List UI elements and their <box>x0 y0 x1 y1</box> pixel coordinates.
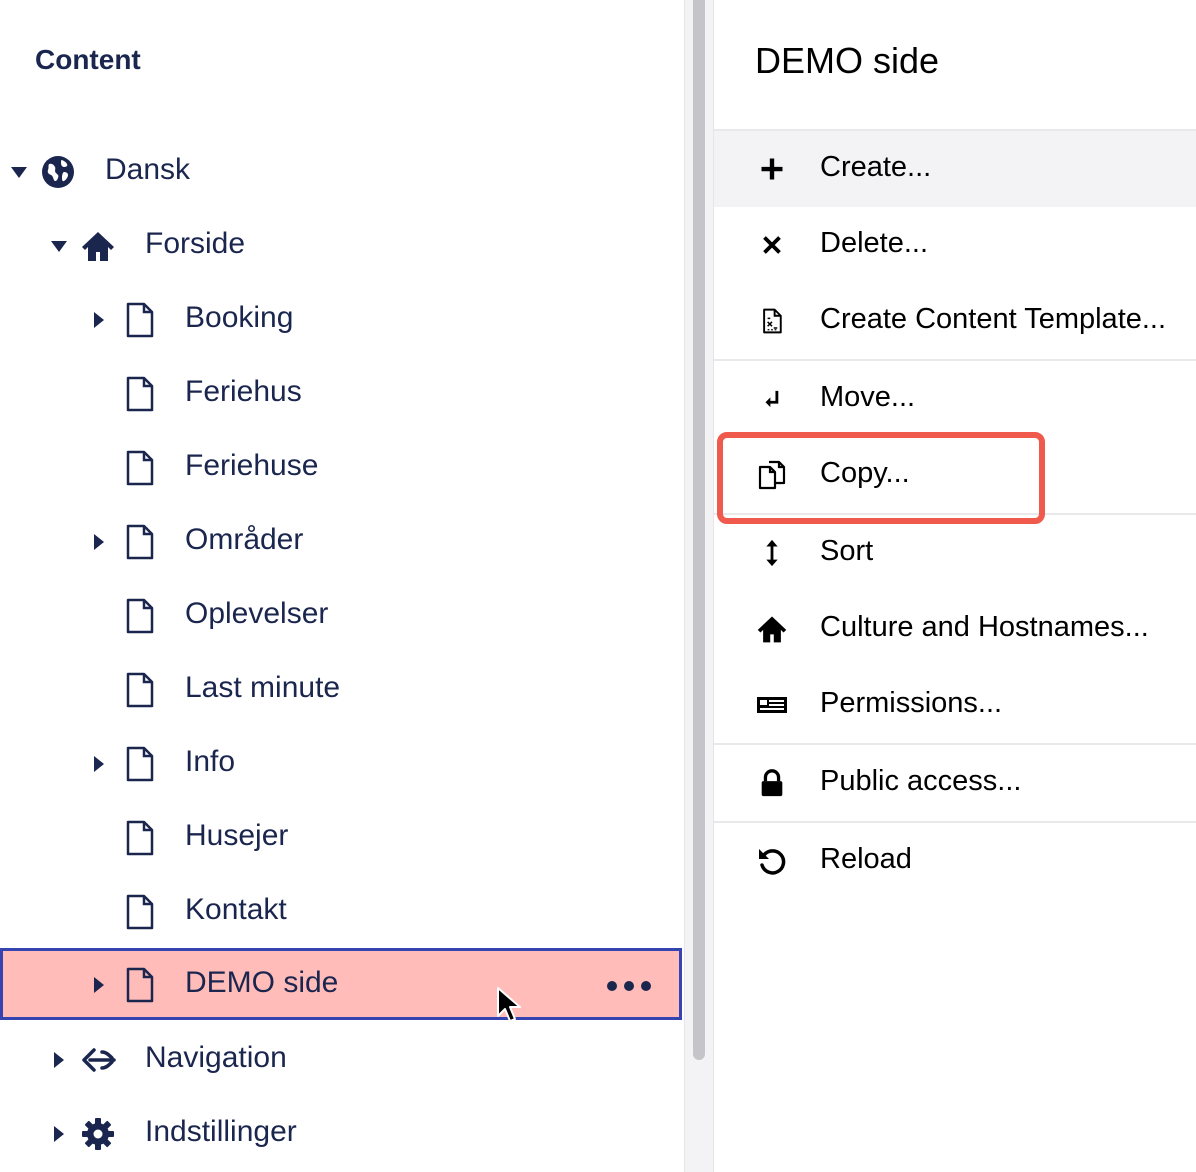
plus-icon <box>756 153 788 185</box>
chevron-right-icon[interactable] <box>94 312 104 328</box>
reload-icon <box>756 845 788 877</box>
tree-node-label: Husejer <box>185 819 289 852</box>
menu-item-permissions[interactable]: Permissions... <box>714 667 1196 743</box>
menu-item-copy[interactable]: Copy... <box>714 437 1196 513</box>
tree-node-label: Indstillinger <box>145 1115 297 1148</box>
menu-item-label: Permissions... <box>820 687 1003 719</box>
tree-node-label: Oplevelser <box>185 597 329 630</box>
document-icon <box>122 450 158 486</box>
menu-item-label: Create... <box>820 151 932 183</box>
tree-node-indstillinger[interactable]: Indstillinger <box>0 1097 684 1171</box>
panel-splitter[interactable] <box>684 0 714 1172</box>
menu-item-delete[interactable]: Delete... <box>714 207 1196 283</box>
chevron-right-icon[interactable] <box>54 1052 64 1068</box>
document-icon <box>122 967 158 1003</box>
document-icon <box>122 524 158 560</box>
menu-item-create[interactable]: Create... <box>714 131 1196 207</box>
tree-node-label: Navigation <box>145 1041 287 1074</box>
chevron-down-icon[interactable] <box>51 241 67 252</box>
home-icon <box>756 613 788 645</box>
menu-title: DEMO side <box>755 40 940 81</box>
tree-node-feriehus[interactable]: Feriehus <box>0 357 684 431</box>
move-icon <box>756 383 788 415</box>
template-icon <box>756 305 788 337</box>
mouse-cursor-icon <box>497 987 521 1022</box>
tree-node-label: DEMO side <box>185 966 339 999</box>
menu-item-reload[interactable]: Reload <box>714 823 1196 899</box>
chevron-right-icon[interactable] <box>94 977 104 993</box>
lock-icon <box>756 767 788 799</box>
tree-node-demo-side[interactable]: DEMO side <box>0 948 682 1020</box>
menu-item-create-content-template[interactable]: Create Content Template... <box>714 283 1196 359</box>
tree-node-omrader[interactable]: Områder <box>0 505 684 579</box>
menu-item-label: Copy... <box>820 457 910 489</box>
tree-node-label: Feriehus <box>185 375 302 408</box>
menu-item-label: Move... <box>820 381 916 413</box>
menu-item-public-access[interactable]: Public access... <box>714 745 1196 821</box>
more-actions-button[interactable] <box>607 977 651 995</box>
chevron-right-icon[interactable] <box>94 534 104 550</box>
tree-node-label: Kontakt <box>185 893 287 926</box>
tree-node-husejer[interactable]: Husejer <box>0 801 684 875</box>
chevron-down-icon[interactable] <box>11 167 27 178</box>
chevron-right-icon[interactable] <box>54 1126 64 1142</box>
actions-menu-panel: DEMO side Create... Delete... Create Con… <box>714 0 1196 1172</box>
tree-node-kontakt[interactable]: Kontakt <box>0 875 684 949</box>
menu-item-sort[interactable]: Sort <box>714 515 1196 591</box>
menu-item-label: Delete... <box>820 227 928 259</box>
home-icon <box>80 228 116 264</box>
tree-node-booking[interactable]: Booking <box>0 283 684 357</box>
close-icon <box>756 229 788 261</box>
tree-node-label: Forside <box>145 227 246 260</box>
menu-item-culture-hostnames[interactable]: Culture and Hostnames... <box>714 591 1196 667</box>
content-tree-panel: Content Dansk Forside Booking Feriehus F… <box>0 0 684 1172</box>
menu-item-label: Sort <box>820 535 874 567</box>
tree-node-navigation[interactable]: Navigation <box>0 1023 684 1097</box>
tree-heading: Content <box>35 44 141 75</box>
copy-icon <box>756 459 788 491</box>
tree-node-label: Last minute <box>185 671 341 704</box>
document-icon <box>122 598 158 634</box>
menu-item-label: Culture and Hostnames... <box>820 611 1149 643</box>
menu-item-label: Public access... <box>820 765 1022 797</box>
document-icon <box>122 302 158 338</box>
globe-icon <box>40 154 76 190</box>
tree-node-dansk[interactable]: Dansk <box>0 135 684 209</box>
dot <box>624 981 634 991</box>
tree-node-label: Feriehuse <box>185 449 319 482</box>
dot <box>607 981 617 991</box>
tree-node-info[interactable]: Info <box>0 727 684 801</box>
tree-node-oplevelser[interactable]: Oplevelser <box>0 579 684 653</box>
tree-node-label: Dansk <box>105 153 191 186</box>
gear-icon <box>80 1116 116 1152</box>
document-icon <box>122 894 158 930</box>
menu-item-label: Reload <box>820 843 912 875</box>
tree-node-label: Booking <box>185 301 294 334</box>
tree-node-last-minute[interactable]: Last minute <box>0 653 684 727</box>
permissions-icon <box>756 689 788 721</box>
menu-item-label: Create Content Template... <box>820 303 1167 335</box>
document-icon <box>122 746 158 782</box>
sort-icon <box>756 537 788 569</box>
dot <box>641 981 651 991</box>
scrollbar-thumb[interactable] <box>693 0 705 1060</box>
tree-node-forside[interactable]: Forside <box>0 209 684 283</box>
document-icon <box>122 820 158 856</box>
tree-node-label: Områder <box>185 523 304 556</box>
document-icon <box>122 672 158 708</box>
document-icon <box>122 376 158 412</box>
navigation-icon <box>80 1042 116 1078</box>
tree-node-feriehuse[interactable]: Feriehuse <box>0 431 684 505</box>
tree-node-label: Info <box>185 745 236 778</box>
menu-item-move[interactable]: Move... <box>714 361 1196 437</box>
chevron-right-icon[interactable] <box>94 756 104 772</box>
